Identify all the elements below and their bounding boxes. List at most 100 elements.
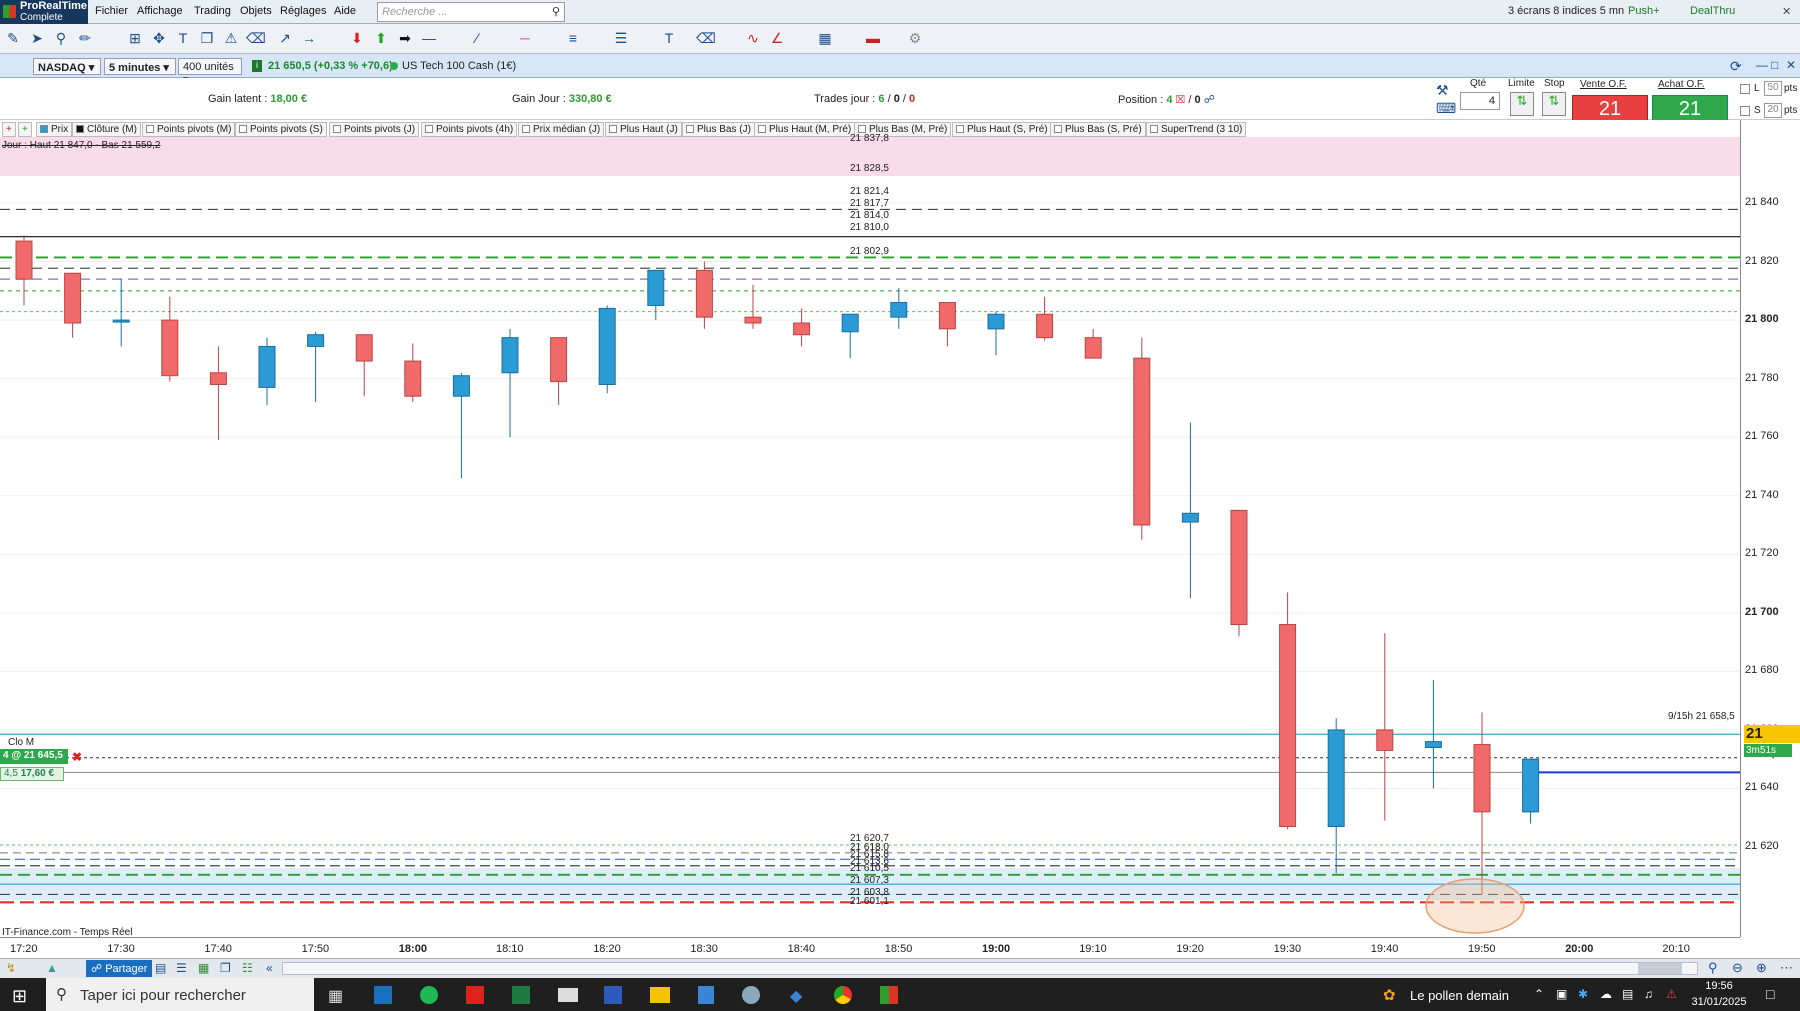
search-input[interactable]: Recherche ... ⚲ xyxy=(377,2,565,22)
trash-icon[interactable]: ⌫ xyxy=(246,29,266,47)
indicator-prix[interactable]: Prix xyxy=(36,122,73,137)
alert-icon[interactable]: ⚠ xyxy=(222,29,240,47)
line-tool-icon[interactable]: ↗ xyxy=(276,29,294,47)
indicator-plus-bas-j[interactable]: Plus Bas (J) xyxy=(682,122,755,137)
limit-order-button[interactable]: ⇅ xyxy=(1510,92,1534,116)
task-view-icon[interactable]: ▦ xyxy=(328,986,343,1006)
scrollbar-thumb[interactable] xyxy=(1638,963,1682,974)
ig-app-icon[interactable] xyxy=(466,986,484,1004)
right-arrow-icon[interactable]: ➡ xyxy=(396,29,414,47)
zoom-icon[interactable]: ⚲ xyxy=(52,29,70,47)
maximize-icon[interactable]: □ xyxy=(1771,58,1778,72)
share-button[interactable]: ☍ Partager xyxy=(86,960,153,977)
dealthru-button[interactable]: DealThru xyxy=(1690,5,1735,17)
scroll-left-icon[interactable]: « xyxy=(266,961,273,975)
tray-alert-icon[interactable]: ⚠ xyxy=(1666,987,1677,1001)
close-chart-icon[interactable]: ✕ xyxy=(1786,58,1796,72)
spotify-app-icon[interactable] xyxy=(420,986,438,1004)
clock-date[interactable]: 31/01/2025 xyxy=(1688,996,1750,1008)
weather-icon[interactable]: ✿ xyxy=(1383,986,1396,1004)
add-overlay-icon[interactable]: + xyxy=(18,122,32,137)
windows-start-icon[interactable]: ⊞ xyxy=(12,986,27,1007)
buy-button[interactable]: 21 650,5 xyxy=(1652,95,1728,146)
menu-fichier[interactable]: Fichier xyxy=(95,5,128,17)
menu-trading[interactable]: Trading xyxy=(194,5,231,17)
vscode-app-icon[interactable]: ◆ xyxy=(790,986,802,1006)
channel-icon[interactable]: ≡ xyxy=(564,29,582,47)
zoom-fit-icon[interactable]: ⚲ xyxy=(1708,960,1718,976)
sell-button[interactable]: 21 650,0 xyxy=(1572,95,1648,146)
indicator-supertrend[interactable]: SuperTrend (3 10) xyxy=(1146,122,1247,137)
list-icon[interactable]: ☰ xyxy=(176,961,187,975)
chrome-app-icon[interactable] xyxy=(834,986,852,1004)
horizontal-line-icon[interactable]: — xyxy=(420,29,438,47)
layout-selector[interactable]: 3 écrans 8 indices 5 mn xyxy=(1508,5,1624,17)
chat-icon[interactable]: ▤ xyxy=(155,961,166,975)
text-tool-icon[interactable]: T xyxy=(174,29,192,47)
indicator-plus-haut-s[interactable]: Plus Haut (S, Pré) xyxy=(952,122,1052,137)
l-checkbox[interactable] xyxy=(1740,84,1750,94)
fan-icon[interactable]: ∠ xyxy=(768,29,786,47)
more-options-icon[interactable]: ⋯ xyxy=(1780,960,1793,976)
settings-icon[interactable]: ⚙ xyxy=(906,29,924,47)
layers-icon[interactable]: ☷ xyxy=(242,961,253,975)
zoom-out-icon[interactable]: ⊖ xyxy=(1732,960,1743,976)
pencil-icon[interactable]: ✎ xyxy=(4,29,22,47)
magnet-icon[interactable]: ⊞ xyxy=(126,29,144,47)
hline-purple-icon[interactable]: ─ xyxy=(516,29,534,47)
menu-affichage[interactable]: Affichage xyxy=(137,5,183,17)
indicator-pivots-s[interactable]: Points pivots (S) xyxy=(235,122,327,137)
close-window-icon[interactable]: ✕ xyxy=(1782,5,1791,18)
segment-icon[interactable]: → xyxy=(300,29,318,47)
tray-chevron-icon[interactable]: ⌃ xyxy=(1534,987,1544,1001)
menu-objets[interactable]: Objets xyxy=(240,5,272,17)
indicator-plus-haut-j[interactable]: Plus Haut (J) xyxy=(605,122,682,137)
folder-app-icon[interactable] xyxy=(650,987,670,1003)
taskbar-search[interactable]: ⚲ Taper ici pour rechercher xyxy=(46,978,314,1011)
indicator-prix-median[interactable]: Prix médian (J) xyxy=(518,122,605,137)
ruler-icon[interactable]: ✏ xyxy=(76,29,94,47)
timeframe-selector[interactable]: 5 minutes ▾ xyxy=(104,58,176,75)
tray-app-icon[interactable]: ▣ xyxy=(1556,987,1567,1001)
cloud-icon[interactable]: ☁ xyxy=(1600,987,1612,1001)
trendline-icon[interactable]: ∕ xyxy=(468,29,486,47)
add-indicator-icon[interactable]: + xyxy=(2,122,16,137)
eraser-icon[interactable]: ⌫ xyxy=(696,29,716,47)
down-arrow-icon[interactable]: ⬇ xyxy=(348,29,366,47)
bars-icon[interactable]: ▬ xyxy=(864,29,882,47)
bluetooth-icon[interactable]: ✱ xyxy=(1578,987,1588,1001)
close-position-x-icon[interactable]: ✖ xyxy=(72,750,82,764)
indicator-cloture-m[interactable]: Clôture (M) xyxy=(72,122,142,137)
s-checkbox[interactable] xyxy=(1740,106,1750,116)
weather-text[interactable]: Le pollen demain xyxy=(1410,988,1509,1003)
instrument-selector[interactable]: NASDAQ ▾ xyxy=(33,58,101,75)
indicator-plus-bas-s[interactable]: Plus Bas (S, Pré) xyxy=(1050,122,1146,137)
units-selector[interactable]: 400 unités ▾ xyxy=(178,58,242,86)
copy-icon[interactable]: ❐ xyxy=(198,29,216,47)
s-pts-input[interactable]: 20 xyxy=(1764,103,1782,118)
position-box[interactable]: 4 @ 21 645,5 xyxy=(0,749,68,764)
link-icon[interactable]: ☍ xyxy=(1204,94,1215,106)
chart-type-icon[interactable]: ▲ xyxy=(46,961,58,975)
calculator-app-icon[interactable] xyxy=(698,986,714,1004)
indicator-pivots-j[interactable]: Points pivots (J) xyxy=(329,122,420,137)
indicator-pivots-m[interactable]: Points pivots (M) xyxy=(142,122,236,137)
quantity-input[interactable]: 4 xyxy=(1460,92,1500,110)
excel-app-icon[interactable] xyxy=(512,986,530,1004)
app-icon[interactable] xyxy=(742,986,760,1004)
indicator-plus-haut-m[interactable]: Plus Haut (M, Pré) xyxy=(754,122,856,137)
indicator-pivots-4h[interactable]: Points pivots (4h) xyxy=(421,122,518,137)
up-arrow-icon[interactable]: ⬆ xyxy=(372,29,390,47)
store-app-icon[interactable] xyxy=(374,986,392,1004)
minimize-icon[interactable]: — xyxy=(1756,58,1768,72)
clock-time[interactable]: 19:56 xyxy=(1688,980,1750,992)
label-icon[interactable]: T xyxy=(660,29,678,47)
cursor-icon[interactable]: ➤ xyxy=(28,29,46,47)
stop-order-button[interactable]: ⇅ xyxy=(1542,92,1566,116)
indicator-icon[interactable]: ↯ xyxy=(6,961,16,975)
info-icon[interactable]: i xyxy=(252,60,262,72)
wrench-icon[interactable]: ⚒ xyxy=(1436,82,1449,99)
keyboard-icon[interactable]: ⌨ xyxy=(1436,100,1456,117)
prorealtime-app-icon[interactable] xyxy=(880,986,898,1004)
word-app-icon[interactable] xyxy=(604,986,622,1004)
